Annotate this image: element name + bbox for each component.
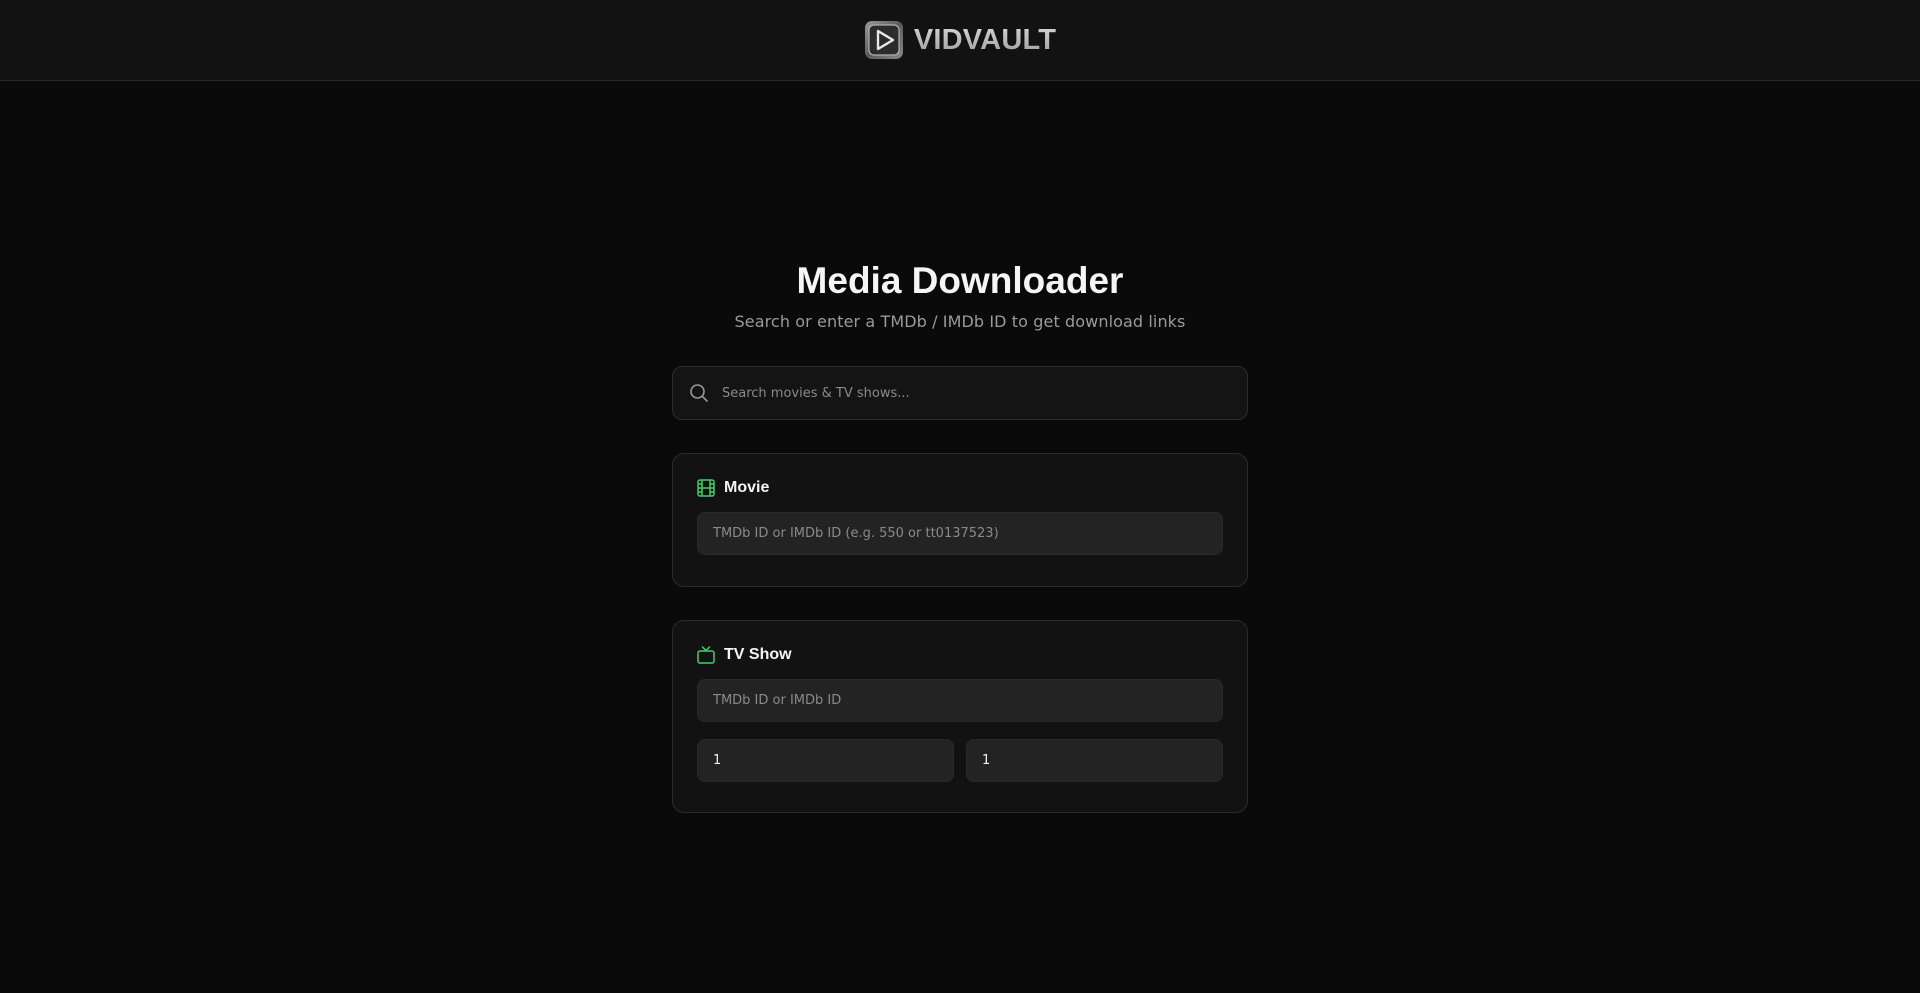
brand-name: VIDVAULT <box>913 23 1057 56</box>
top-bar: VIDVAULT <box>0 0 1920 81</box>
movie-card-title: Movie <box>724 479 770 496</box>
tv-card-title: TV Show <box>724 646 792 663</box>
season-input[interactable] <box>697 739 954 782</box>
movie-id-input[interactable] <box>697 512 1223 555</box>
film-icon <box>697 479 715 497</box>
search-box <box>672 366 1248 420</box>
tv-card-header: TV Show <box>697 645 1223 665</box>
main-content: Media Downloader Search or enter a TMDb … <box>672 255 1248 813</box>
search-input[interactable] <box>709 367 1247 419</box>
tv-icon <box>697 646 715 664</box>
page-title: Media Downloader <box>796 260 1124 301</box>
tv-id-input[interactable] <box>697 679 1223 722</box>
movie-card-header: Movie <box>697 478 1223 498</box>
season-episode-row <box>697 739 1223 782</box>
page-subtitle: Search or enter a TMDb / IMDb ID to get … <box>734 312 1186 331</box>
episode-input[interactable] <box>966 739 1223 782</box>
tv-show-card: TV Show <box>672 620 1248 813</box>
play-icon <box>864 20 904 60</box>
search-icon <box>689 383 709 403</box>
brand-home-link[interactable]: VIDVAULT <box>864 20 1056 60</box>
movie-card: Movie <box>672 453 1248 587</box>
